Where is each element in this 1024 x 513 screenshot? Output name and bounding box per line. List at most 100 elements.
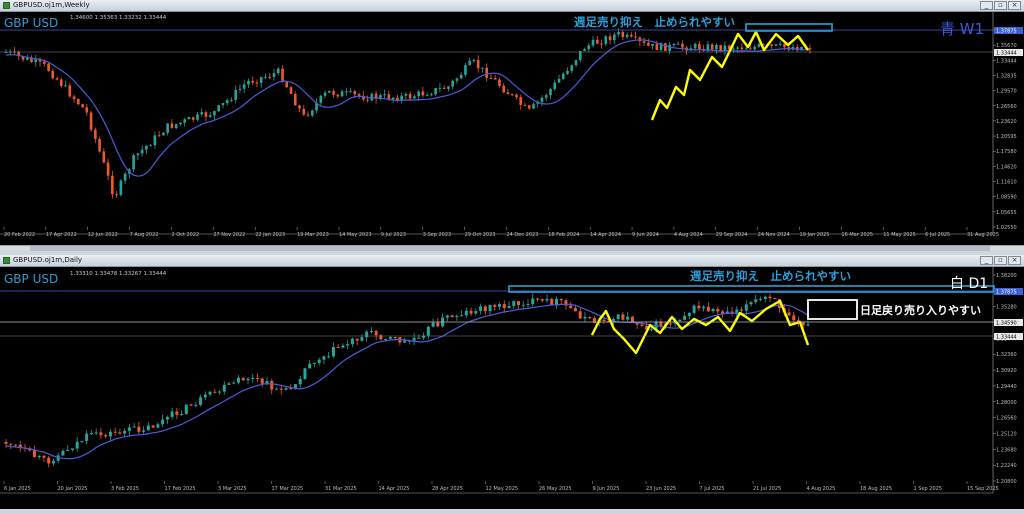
price-tick-label: 1.20595 (996, 134, 1017, 140)
candle (464, 310, 468, 316)
date-tick-label: 19 Mar 2023 (297, 232, 329, 238)
candle (773, 298, 777, 300)
candle (303, 368, 307, 379)
weekly-title-bar[interactable]: GBPUSD.oj1m,Weekly _ ▫ × (0, 0, 1024, 12)
candle (302, 108, 306, 115)
close-icon[interactable]: × (1008, 1, 1021, 10)
candle (668, 323, 672, 325)
candle (806, 324, 810, 326)
candle (166, 123, 169, 133)
candle (366, 99, 369, 101)
candle (355, 338, 359, 341)
candle (183, 119, 186, 123)
restore-icon[interactable]: ▫ (994, 1, 1007, 10)
date-tick-label: 6 Jan 2025 (4, 486, 31, 492)
candle (25, 57, 29, 60)
daily-title-bar[interactable]: GBPUSD.oj1m,Daily _ ▫ × (0, 255, 1024, 267)
date-tick-label: 3 Mar 2025 (218, 486, 247, 492)
daily-note: 週足売り抑え 止められやすい (690, 269, 851, 283)
close-icon[interactable]: × (1008, 256, 1021, 265)
candle (293, 93, 297, 106)
candle (170, 123, 174, 129)
weekly-chart[interactable]: 1.37875 1.35670 1.33444 1.32835 1.29570 1.265… (0, 12, 1024, 245)
candle (573, 308, 577, 312)
candle (749, 302, 753, 305)
candle (108, 431, 112, 437)
candle (430, 94, 433, 96)
candle (549, 89, 552, 96)
candle (702, 306, 706, 309)
candle (4, 442, 8, 444)
candle (450, 315, 454, 317)
daily-chart-window[interactable]: GBPUSD.oj1m,Daily _ ▫ × 1.382001.378751.… (0, 255, 1024, 509)
weekly-scroll-thumb[interactable] (30, 246, 990, 251)
date-tick-label: 21 Jul 2025 (753, 486, 781, 492)
candle (566, 70, 569, 74)
candle (34, 59, 38, 63)
date-tick-label: 24 Nov 2024 (758, 232, 790, 238)
candle (165, 416, 169, 420)
candle (310, 110, 314, 116)
candle (157, 135, 161, 137)
daily-chart[interactable]: 1.38200 1.37875 1.35280 1.34590 1.33444 1.323… (0, 267, 1024, 509)
candle (523, 104, 527, 106)
weekly-scrollbar[interactable] (0, 245, 1024, 251)
date-tick-label: 29 Oct 2023 (465, 232, 496, 238)
candle (736, 47, 739, 49)
candle (196, 114, 199, 120)
candle (498, 304, 502, 307)
candle (113, 431, 117, 433)
price-tick-label: 1.02550 (996, 225, 1017, 231)
date-tick-label: 19 Jan 2025 (800, 232, 830, 238)
date-tick-label: 3 Feb 2025 (111, 486, 139, 492)
candle (89, 433, 93, 435)
candle (260, 378, 264, 384)
candle (753, 46, 756, 50)
candle (403, 340, 407, 343)
date-tick-label: 17 Feb 2025 (165, 486, 196, 492)
candle (274, 388, 278, 390)
candle (281, 68, 284, 82)
minimize-icon[interactable]: _ (980, 256, 993, 265)
candle (346, 344, 350, 346)
candle (328, 90, 331, 93)
candle (649, 329, 653, 331)
date-tick-label: 18 Aug 2025 (860, 486, 892, 492)
candle (481, 67, 484, 69)
candle (616, 314, 620, 320)
candle (221, 103, 225, 106)
candle (123, 430, 127, 434)
candle (526, 304, 530, 306)
candle (350, 338, 354, 345)
candle (264, 76, 267, 78)
restore-icon[interactable]: ▫ (994, 256, 1007, 265)
weekly-timeframe-label: 青 W1 (940, 20, 984, 38)
candle (115, 194, 118, 196)
date-tick-label: 22 Jan 2023 (255, 232, 285, 238)
price-tick-label: 1.08590 (996, 195, 1017, 201)
candle (634, 36, 637, 38)
price-tick-label: 1.38200 (996, 273, 1017, 279)
price-tick-label: 1.05655 (996, 210, 1017, 216)
candle (279, 388, 283, 390)
weekly-current-price: 1.33444 (996, 51, 1017, 57)
candle (47, 63, 50, 71)
candle (455, 78, 459, 81)
date-tick-label: 24 Dec 2023 (506, 232, 538, 238)
candle (227, 383, 231, 385)
weekly-chart-window[interactable]: GBPUSD.oj1m,Weekly _ ▫ × 1.378751.356701… (0, 0, 1024, 251)
candle (740, 47, 744, 50)
daily-symbol-label: GBP USD (4, 272, 58, 286)
candle (170, 411, 174, 417)
candle (55, 78, 59, 80)
minimize-icon[interactable]: _ (980, 1, 993, 10)
candle (61, 450, 65, 456)
price-tick-label: 1.23680 (996, 447, 1017, 453)
date-tick-label: 31 Aug 2025 (967, 232, 999, 238)
candle (208, 391, 212, 395)
candle (715, 44, 718, 50)
candle (119, 180, 123, 195)
candle (225, 100, 229, 104)
candle (451, 80, 454, 87)
candle (136, 153, 140, 156)
